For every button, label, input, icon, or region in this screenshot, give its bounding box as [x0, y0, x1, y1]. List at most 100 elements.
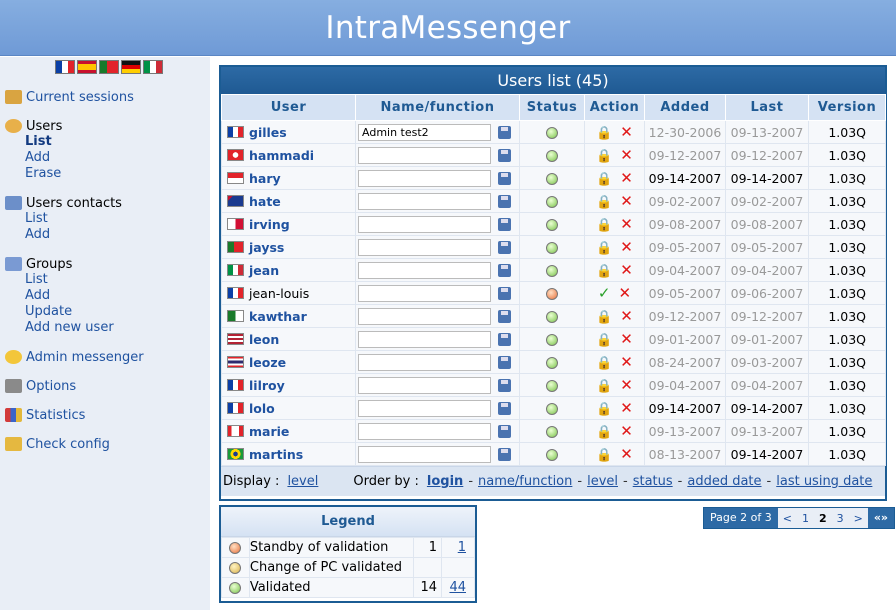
menu-groups-update[interactable]: Update: [5, 304, 114, 320]
name-function-input[interactable]: [358, 238, 491, 256]
menu-groups-add-new-user[interactable]: Add new user: [5, 320, 114, 336]
order-name-link[interactable]: name/function: [478, 474, 572, 489]
name-function-input[interactable]: [358, 399, 491, 417]
delete-x-icon[interactable]: ✕: [619, 284, 632, 302]
page-1-link[interactable]: 1: [797, 512, 814, 525]
menu-users-erase[interactable]: Erase: [5, 166, 62, 182]
name-function-input[interactable]: [358, 445, 491, 463]
menu-users-add[interactable]: Add: [5, 150, 62, 166]
delete-x-icon[interactable]: ✕: [620, 261, 633, 279]
legend-link[interactable]: [441, 557, 475, 578]
menu-statistics[interactable]: Statistics: [5, 407, 85, 423]
delete-x-icon[interactable]: ✕: [620, 353, 633, 371]
user-login-link[interactable]: irving: [249, 217, 290, 232]
legend-link[interactable]: 44: [441, 577, 475, 598]
user-login-link[interactable]: martins: [249, 447, 303, 462]
col-user[interactable]: User: [221, 94, 356, 121]
user-login-link[interactable]: gilles: [249, 125, 287, 140]
flag-italy-icon[interactable]: [143, 60, 163, 74]
delete-x-icon[interactable]: ✕: [620, 422, 633, 440]
menu-users-list[interactable]: List: [5, 134, 62, 150]
col-version[interactable]: Version: [808, 94, 886, 121]
display-level-link[interactable]: level: [287, 474, 318, 489]
user-login-link[interactable]: jean-louis: [249, 286, 309, 301]
menu-options[interactable]: Options: [5, 378, 76, 394]
page-3-link[interactable]: 3: [832, 512, 849, 525]
name-function-input[interactable]: [358, 192, 491, 210]
delete-x-icon[interactable]: ✕: [620, 330, 633, 348]
order-last-using-date-link[interactable]: last using date: [776, 474, 872, 489]
name-function-input[interactable]: [358, 146, 491, 164]
user-login-link[interactable]: jean: [249, 263, 279, 278]
order-status-link[interactable]: status: [633, 474, 673, 489]
name-function-input[interactable]: [358, 330, 491, 348]
lock-icon[interactable]: 🔒: [596, 149, 612, 164]
menu-check-config[interactable]: Check config: [5, 436, 110, 452]
menu-contacts-list[interactable]: List: [5, 211, 122, 227]
user-login-link[interactable]: jayss: [249, 240, 284, 255]
delete-x-icon[interactable]: ✕: [620, 192, 633, 210]
delete-x-icon[interactable]: ✕: [620, 123, 633, 141]
menu-admin-messenger[interactable]: Admin messenger: [5, 349, 144, 365]
flag-germany-icon[interactable]: [121, 60, 141, 74]
menu-groups-add[interactable]: Add: [5, 288, 114, 304]
lock-icon[interactable]: 🔒: [596, 195, 612, 210]
order-level-link[interactable]: level: [587, 474, 618, 489]
prev-page-button[interactable]: <: [778, 512, 797, 525]
col-last[interactable]: Last: [725, 94, 809, 121]
save-disk-icon[interactable]: [498, 401, 511, 415]
save-disk-icon[interactable]: [498, 171, 511, 185]
name-function-input[interactable]: [358, 284, 491, 302]
lock-icon[interactable]: 🔒: [596, 264, 612, 279]
col-status[interactable]: Status: [519, 94, 585, 121]
delete-x-icon[interactable]: ✕: [620, 215, 633, 233]
save-disk-icon[interactable]: [498, 309, 511, 323]
save-disk-icon[interactable]: [498, 194, 511, 208]
user-login-link[interactable]: leoze: [249, 355, 286, 370]
save-disk-icon[interactable]: [498, 217, 511, 231]
delete-x-icon[interactable]: ✕: [620, 238, 633, 256]
delete-x-icon[interactable]: ✕: [620, 445, 633, 463]
save-disk-icon[interactable]: [498, 355, 511, 369]
lock-icon[interactable]: 🔒: [596, 241, 612, 256]
lock-icon[interactable]: 🔒: [596, 402, 612, 417]
col-name-function[interactable]: Name/function: [355, 94, 520, 121]
legend-link[interactable]: 1: [441, 537, 475, 558]
lock-icon[interactable]: 🔒: [596, 333, 612, 348]
save-disk-icon[interactable]: [498, 286, 511, 300]
flag-portugal-icon[interactable]: [99, 60, 119, 74]
order-login-link[interactable]: login: [427, 474, 463, 489]
save-disk-icon[interactable]: [498, 240, 511, 254]
first-last-button[interactable]: «»: [867, 508, 895, 528]
lock-icon[interactable]: 🔒: [596, 356, 612, 371]
name-function-input[interactable]: [358, 307, 491, 325]
user-login-link[interactable]: hammadi: [249, 148, 314, 163]
name-function-input[interactable]: Admin test2: [358, 123, 491, 141]
validate-check-icon[interactable]: ✓: [598, 284, 611, 302]
delete-x-icon[interactable]: ✕: [620, 169, 633, 187]
delete-x-icon[interactable]: ✕: [620, 376, 633, 394]
user-login-link[interactable]: hate: [249, 194, 281, 209]
name-function-input[interactable]: [358, 353, 491, 371]
menu-groups-list[interactable]: List: [5, 272, 114, 288]
user-login-link[interactable]: leon: [249, 332, 279, 347]
name-function-input[interactable]: [358, 215, 491, 233]
lock-icon[interactable]: 🔒: [596, 310, 612, 325]
save-disk-icon[interactable]: [498, 447, 511, 461]
name-function-input[interactable]: [358, 169, 491, 187]
save-disk-icon[interactable]: [498, 148, 511, 162]
save-disk-icon[interactable]: [498, 424, 511, 438]
user-login-link[interactable]: kawthar: [249, 309, 307, 324]
next-page-button[interactable]: >: [849, 512, 868, 525]
menu-contacts-add[interactable]: Add: [5, 227, 122, 243]
user-login-link[interactable]: lilroy: [249, 378, 285, 393]
lock-icon[interactable]: 🔒: [596, 379, 612, 394]
user-login-link[interactable]: marie: [249, 424, 289, 439]
save-disk-icon[interactable]: [498, 332, 511, 346]
user-login-link[interactable]: lolo: [249, 401, 275, 416]
delete-x-icon[interactable]: ✕: [620, 399, 633, 417]
lock-icon[interactable]: 🔒: [596, 126, 612, 141]
save-disk-icon[interactable]: [498, 263, 511, 277]
name-function-input[interactable]: [358, 422, 491, 440]
user-login-link[interactable]: hary: [249, 171, 281, 186]
